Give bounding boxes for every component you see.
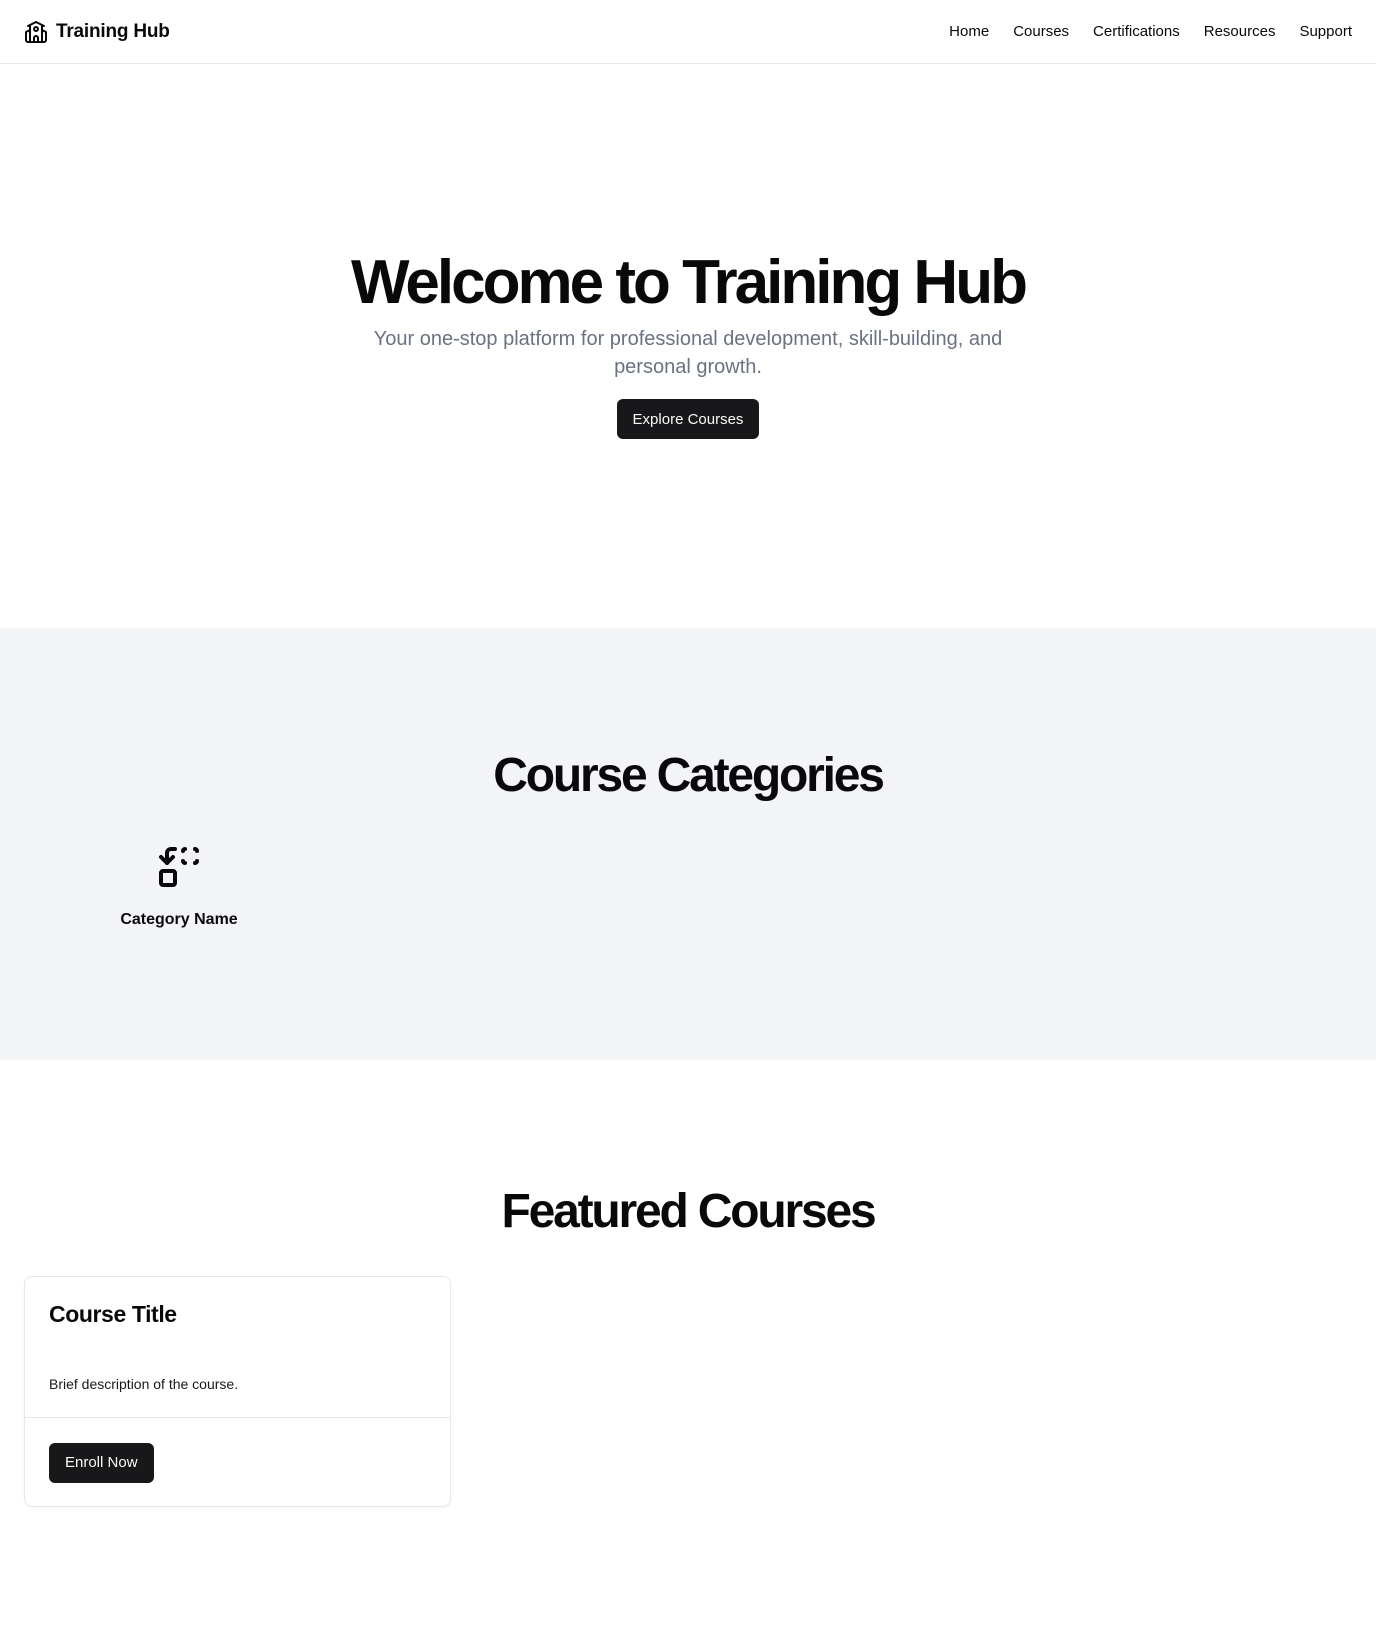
categories-section: Course Categories Category Name	[0, 628, 1376, 1060]
hero-section: Welcome to Training Hub Your one-stop pl…	[0, 64, 1376, 628]
nav-link-courses[interactable]: Courses	[1013, 23, 1069, 40]
nav-link-resources[interactable]: Resources	[1204, 23, 1276, 40]
nav-link-certifications[interactable]: Certifications	[1093, 23, 1180, 40]
featured-title: Featured Courses	[501, 1185, 877, 1238]
category-card[interactable]: Category Name	[24, 843, 334, 929]
nav-link-support[interactable]: Support	[1299, 23, 1352, 40]
categories-title: Course Categories	[493, 749, 885, 802]
hero-subtitle: Your one-stop platform for professional …	[373, 328, 1003, 379]
course-card-footer: Enroll Now	[25, 1417, 450, 1507]
category-name: Category Name	[120, 911, 238, 928]
course-description: Brief description of the course.	[49, 1376, 239, 1392]
swap-squares-icon	[155, 843, 203, 891]
explore-courses-button[interactable]: Explore Courses	[616, 399, 760, 440]
site-header: Training Hub Home Courses Certifications…	[0, 0, 1376, 64]
main-nav: Home Courses Certifications Resources Su…	[949, 23, 1352, 40]
school-building-icon	[24, 20, 48, 44]
enroll-now-button[interactable]: Enroll Now	[49, 1442, 154, 1483]
brand-link[interactable]: Training Hub	[24, 20, 170, 44]
course-card: Course Title Brief description of the co…	[24, 1276, 451, 1507]
brand-name: Training Hub	[56, 20, 170, 42]
featured-courses-section: Featured Courses Course Title Brief desc…	[0, 1060, 1376, 1635]
course-card-header: Course Title Brief description of the co…	[25, 1277, 450, 1417]
course-title: Course Title	[49, 1301, 177, 1327]
category-grid: Category Name	[24, 843, 334, 929]
hero-title: Welcome to Training Hub	[351, 247, 1028, 317]
nav-link-home[interactable]: Home	[949, 23, 989, 40]
